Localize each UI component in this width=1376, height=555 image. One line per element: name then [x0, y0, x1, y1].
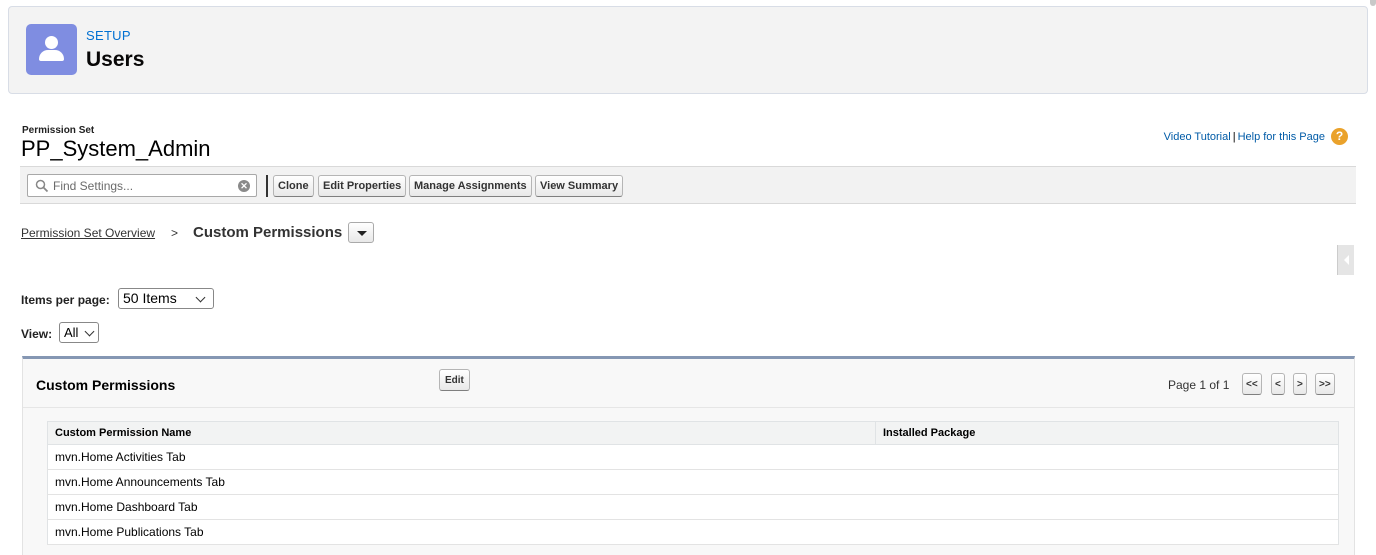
help-links: Video Tutorial | Help for this Page ?	[1164, 128, 1348, 145]
table-row: mvn.Home Announcements Tab	[47, 469, 1339, 495]
page-info: Page 1 of 1	[1168, 378, 1230, 392]
table-cell-name: mvn.Home Activities Tab	[47, 444, 876, 470]
table-cell-name: mvn.Home Publications Tab	[47, 519, 876, 545]
permission-set-name: PP_System_Admin	[21, 136, 211, 161]
next-page-button[interactable]: >	[1293, 373, 1307, 395]
chevron-down-icon	[84, 326, 95, 337]
user-icon	[26, 24, 77, 75]
manage-assignments-button[interactable]: Manage Assignments	[409, 175, 532, 197]
breadcrumb-dropdown-button[interactable]	[348, 222, 374, 243]
previous-page-button[interactable]: <	[1271, 373, 1285, 395]
caret-down-icon	[357, 231, 367, 236]
items-per-page-value: 50 Items	[123, 290, 177, 306]
search-input[interactable]	[53, 177, 233, 194]
table-row: mvn.Home Publications Tab	[47, 519, 1339, 545]
breadcrumb-separator: >	[171, 226, 179, 240]
video-tutorial-link[interactable]: Video Tutorial	[1164, 131, 1231, 143]
view-select[interactable]: All	[59, 322, 99, 343]
help-page-link[interactable]: Help for this Page	[1238, 131, 1325, 143]
table-cell-package	[875, 469, 1339, 495]
breadcrumb-permission-set-overview[interactable]: Permission Set Overview	[21, 226, 155, 240]
page-title: Users	[86, 48, 145, 71]
breadcrumb-current: Custom Permissions	[193, 224, 343, 241]
toolbar: ✕ Clone Edit Properties Manage Assignmen…	[20, 166, 1356, 204]
sidebar-collapse-tab[interactable]	[1337, 245, 1354, 275]
question-icon[interactable]: ?	[1331, 128, 1348, 145]
table-cell-name: mvn.Home Announcements Tab	[47, 469, 876, 495]
scrollbar-thumb[interactable]	[1370, 0, 1376, 6]
chevron-down-icon	[195, 292, 206, 303]
table-row: mvn.Home Dashboard Tab	[47, 494, 1339, 520]
toolbar-divider	[266, 175, 268, 197]
view-summary-button[interactable]: View Summary	[535, 175, 624, 197]
search-icon	[35, 179, 49, 193]
column-header-name: Custom Permission Name	[47, 421, 876, 445]
column-header-installed-package: Installed Package	[875, 421, 1339, 445]
table-row: mvn.Home Activities Tab	[47, 444, 1339, 470]
search-box[interactable]: ✕	[27, 174, 257, 197]
setup-section-label[interactable]: SETUP	[86, 28, 131, 43]
view-label: View:	[21, 327, 53, 341]
clone-button[interactable]: Clone	[273, 175, 314, 197]
items-per-page-label: Items per page:	[21, 293, 110, 307]
custom-permissions-table: Custom Permission Name Installed Package…	[47, 421, 1339, 545]
clear-search-icon[interactable]: ✕	[238, 180, 250, 192]
table-cell-name: mvn.Home Dashboard Tab	[47, 494, 876, 520]
custom-permissions-panel: Custom Permissions Edit Page 1 of 1 << <…	[22, 356, 1355, 555]
table-cell-package	[875, 494, 1339, 520]
items-per-page-select[interactable]: 50 Items	[118, 288, 214, 309]
table-cell-package	[875, 519, 1339, 545]
main-content: Permission Set PP_System_Admin Video Tut…	[8, 106, 1368, 555]
table-cell-package	[875, 444, 1339, 470]
setup-header: SETUP Users	[8, 6, 1368, 94]
first-page-button[interactable]: <<	[1242, 373, 1262, 395]
table-header-row: Custom Permission Name Installed Package	[47, 421, 1339, 445]
panel-divider	[23, 407, 1354, 408]
help-separator: |	[1232, 130, 1236, 143]
chevron-left-icon	[1344, 255, 1349, 265]
edit-properties-button[interactable]: Edit Properties	[318, 175, 407, 197]
last-page-button[interactable]: >>	[1315, 373, 1335, 395]
view-value: All	[64, 325, 79, 340]
edit-button[interactable]: Edit	[439, 369, 470, 391]
permission-set-label: Permission Set	[22, 125, 95, 136]
panel-title: Custom Permissions	[36, 377, 176, 393]
